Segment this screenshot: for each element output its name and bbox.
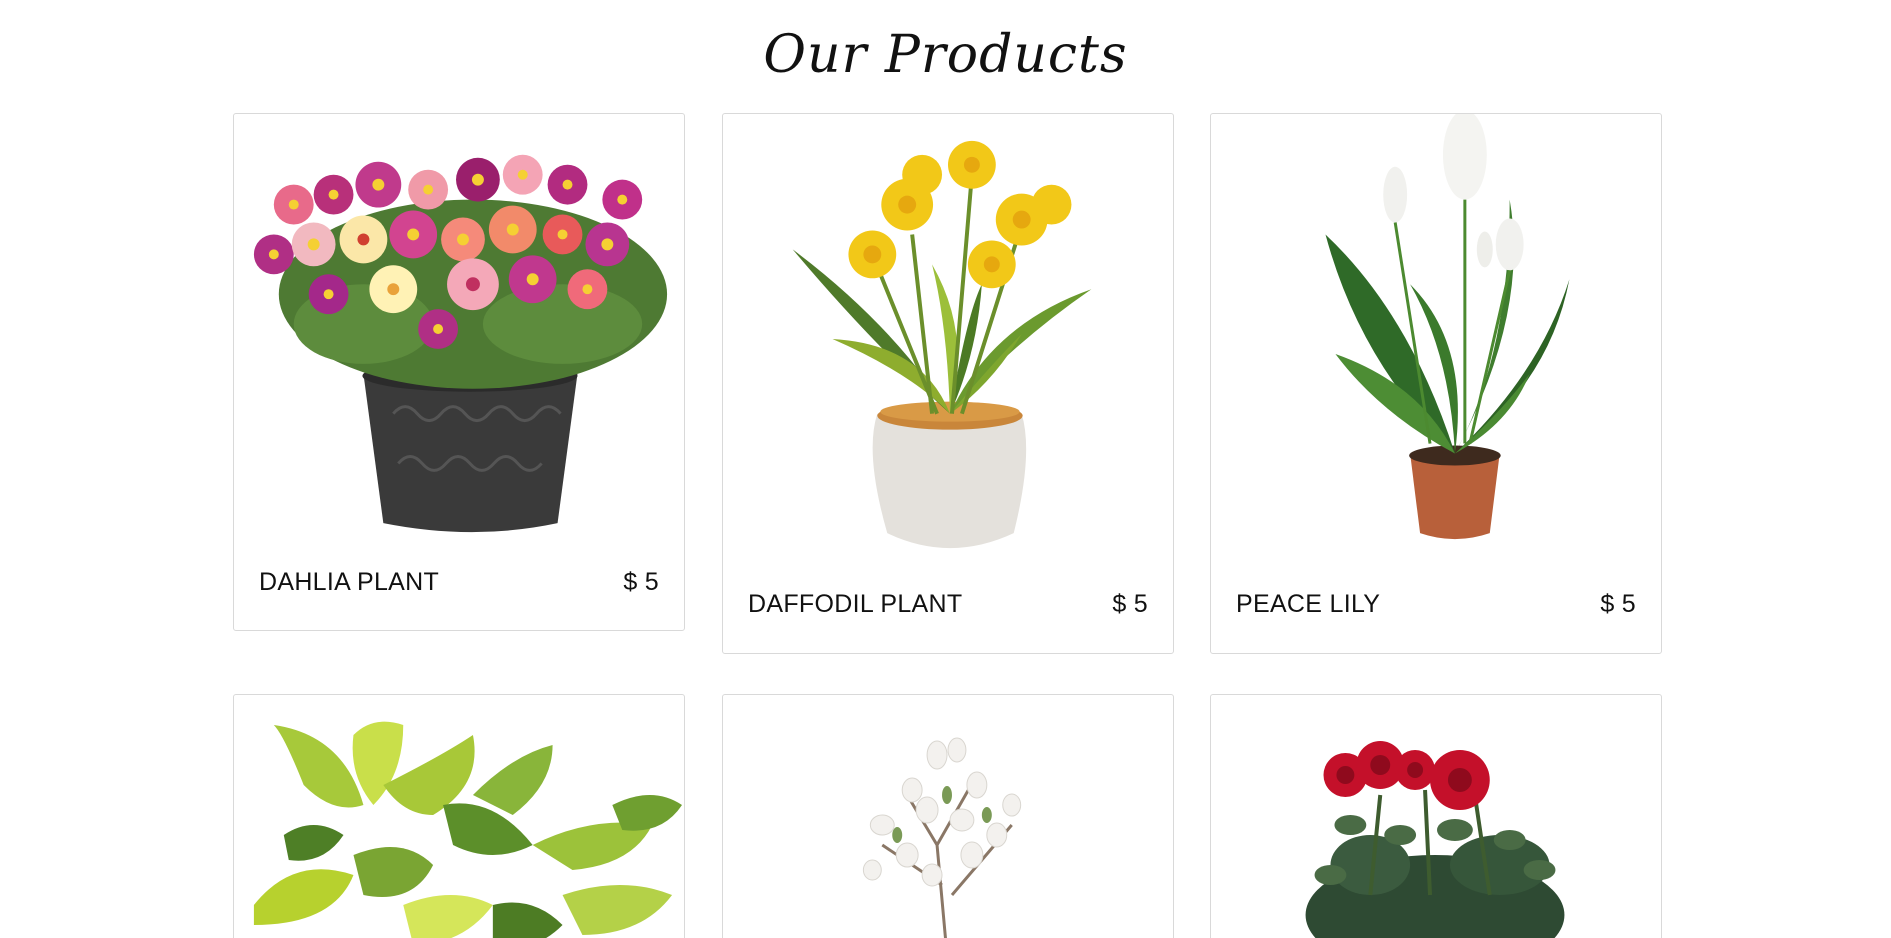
product-card-magnolia[interactable]	[722, 694, 1174, 938]
product-price: $ 5	[1112, 589, 1148, 618]
section-title: Our Products	[763, 25, 1128, 85]
product-card-daffodil[interactable]: DAFFODIL PLANT $ 5	[722, 113, 1174, 654]
product-name: PEACE LILY	[1236, 589, 1381, 618]
magnolia-branch-image[interactable]	[723, 695, 1173, 938]
daffodil-plant-image[interactable]	[723, 114, 1173, 576]
product-card-footer: PEACE LILY $ 5	[1236, 584, 1636, 624]
product-name: DAHLIA PLANT	[259, 567, 440, 596]
money-plant-image[interactable]	[234, 695, 684, 938]
product-name: DAFFODIL PLANT	[748, 589, 963, 618]
red-rose-plant-image[interactable]	[1211, 695, 1661, 938]
products-page: Our Products DAHLIA PLANT $ 5 DAFFODIL P…	[0, 0, 1891, 938]
product-card-footer: DAFFODIL PLANT $ 5	[748, 584, 1148, 624]
dahlia-plant-image[interactable]	[234, 114, 684, 554]
product-price: $ 5	[1600, 589, 1636, 618]
product-card-footer: DAHLIA PLANT $ 5	[259, 562, 659, 602]
product-card-red-rose[interactable]	[1210, 694, 1662, 938]
product-card-dahlia[interactable]: DAHLIA PLANT $ 5	[233, 113, 685, 631]
product-price: $ 5	[623, 567, 659, 596]
product-card-money-plant[interactable]	[233, 694, 685, 938]
product-card-peace-lily[interactable]: PEACE LILY $ 5	[1210, 113, 1662, 654]
peace-lily-image[interactable]	[1211, 114, 1661, 576]
